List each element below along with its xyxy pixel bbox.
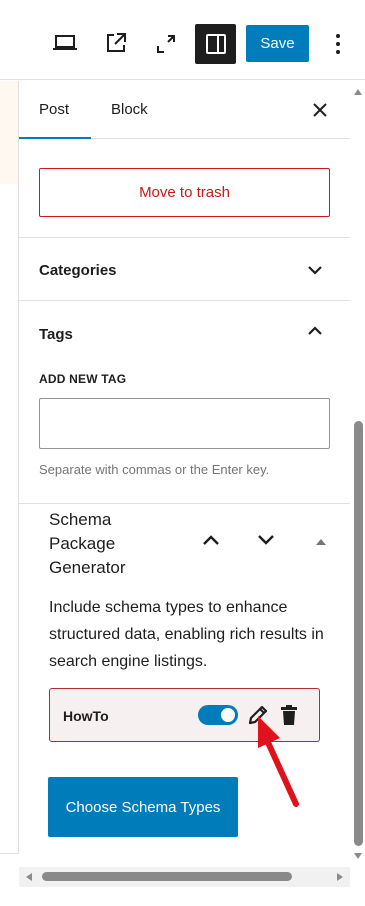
- scroll-down-arrow-icon[interactable]: [353, 852, 363, 860]
- divider: [19, 503, 350, 504]
- editor-toolbar: Save: [0, 0, 365, 80]
- tags-panel-header[interactable]: Tags: [19, 301, 350, 356]
- schema-item-label: HowTo: [63, 708, 109, 724]
- desktop-preview-button[interactable]: [50, 28, 80, 58]
- scroll-up-arrow-icon[interactable]: [353, 88, 363, 96]
- more-options-icon: [336, 34, 340, 54]
- view-post-button[interactable]: [101, 28, 131, 58]
- chevron-up-icon: [203, 535, 219, 545]
- move-up-button[interactable]: [200, 531, 224, 553]
- tags-help-text: Separate with commas or the Enter key.: [39, 462, 270, 477]
- horizontal-scrollbar-thumb[interactable]: [42, 872, 292, 881]
- fullscreen-icon: [157, 35, 175, 53]
- settings-sidebar-toggle[interactable]: [195, 24, 236, 64]
- sidebar-toggle-icon: [205, 34, 226, 54]
- tags-title: Tags: [39, 326, 73, 343]
- annotation-arrow-icon: [258, 716, 299, 807]
- caret-up-icon: [316, 539, 326, 545]
- editor-canvas-edge: [0, 81, 19, 184]
- categories-panel-header[interactable]: Categories: [19, 238, 350, 300]
- close-sidebar-button[interactable]: [309, 99, 331, 121]
- more-options-button[interactable]: [328, 29, 348, 59]
- divider: [0, 853, 19, 854]
- tab-post[interactable]: Post: [39, 101, 69, 118]
- chevron-down-icon: [308, 266, 322, 275]
- add-new-tag-label: ADD NEW TAG: [39, 372, 127, 386]
- add-new-tag-input[interactable]: [39, 398, 330, 449]
- categories-title: Categories: [39, 262, 117, 279]
- schema-panel-title: Schema Package Generator: [49, 510, 126, 577]
- active-tab-indicator: [19, 137, 91, 139]
- collapse-panel-button[interactable]: [315, 534, 329, 546]
- toggle-knob: [221, 708, 235, 722]
- schema-description: Include schema types to enhance structur…: [49, 599, 324, 670]
- chevron-down-icon: [258, 535, 274, 545]
- scroll-right-arrow-icon[interactable]: [336, 872, 344, 882]
- choose-schema-types-button[interactable]: Choose Schema Types: [48, 777, 238, 837]
- sidebar-tabs: Post Block: [19, 81, 350, 139]
- desktop-preview-icon: [53, 35, 77, 50]
- move-to-trash-button[interactable]: Move to trash: [39, 168, 330, 217]
- schema-item-toggle[interactable]: [198, 705, 238, 725]
- chevron-up-icon: [308, 326, 322, 335]
- move-down-button[interactable]: [255, 531, 279, 553]
- external-link-icon: [107, 33, 126, 52]
- tab-block[interactable]: Block: [111, 101, 148, 118]
- close-icon: [313, 103, 327, 117]
- scroll-left-arrow-icon[interactable]: [25, 872, 33, 882]
- fullscreen-button[interactable]: [151, 29, 181, 59]
- vertical-scrollbar-thumb[interactable]: [354, 421, 363, 846]
- save-button[interactable]: Save: [246, 25, 309, 62]
